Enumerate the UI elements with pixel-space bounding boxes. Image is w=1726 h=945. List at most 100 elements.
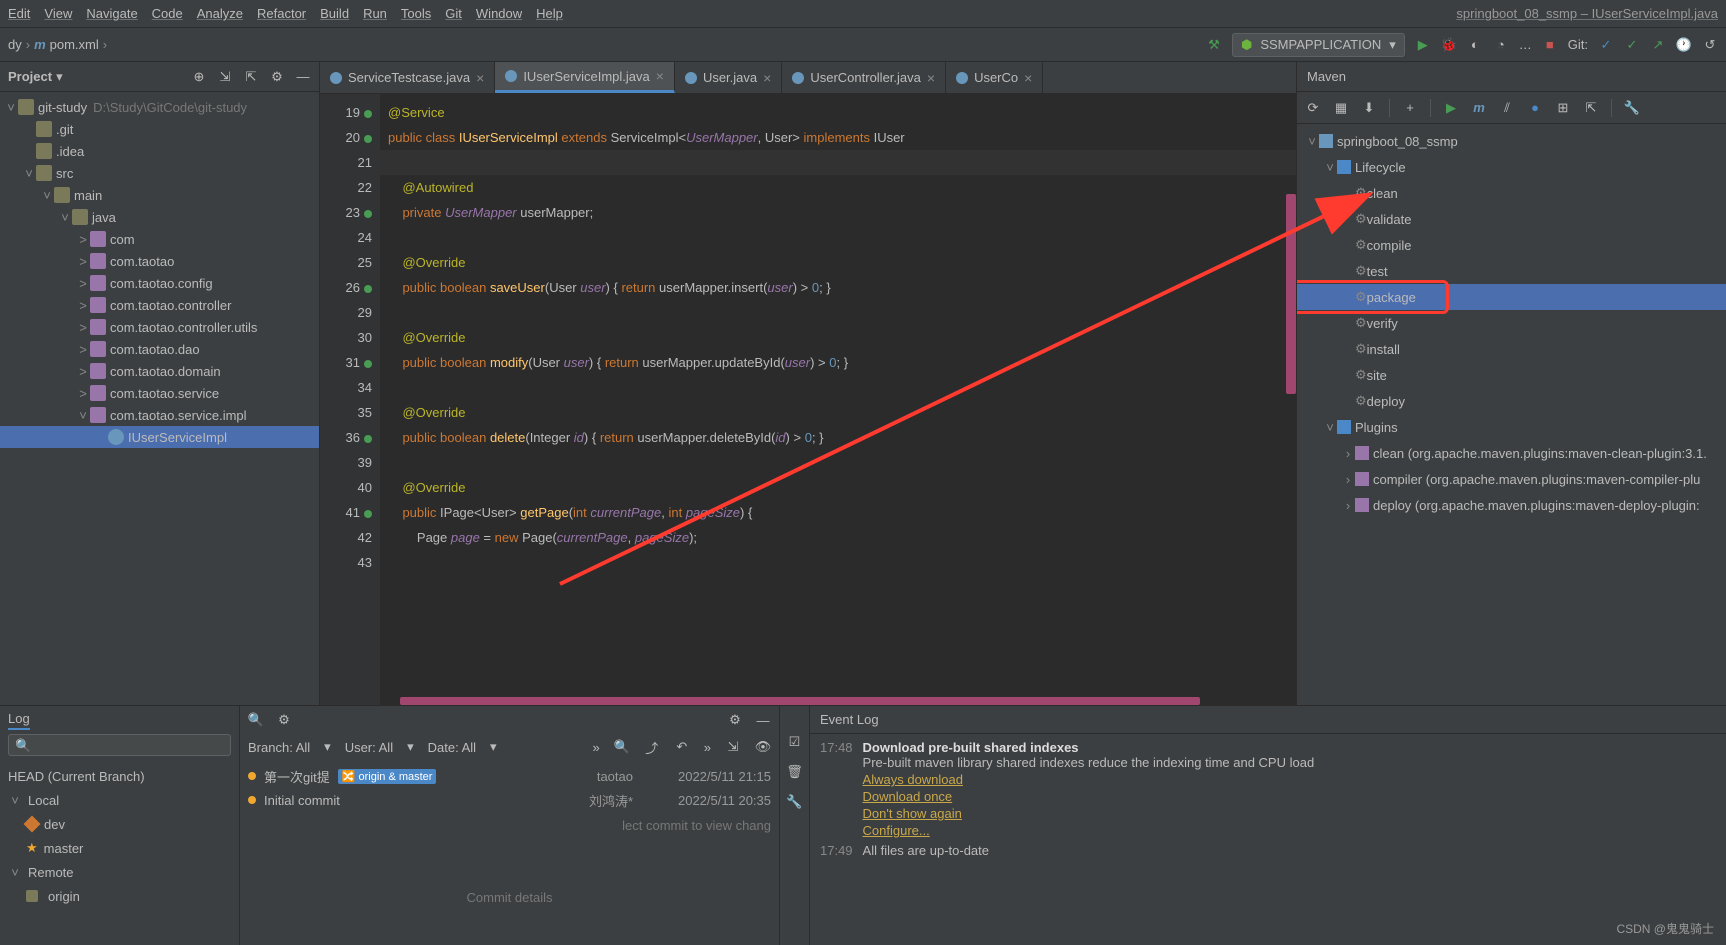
hide-icon[interactable]: — <box>295 69 311 85</box>
tree-node-src[interactable]: ˅src <box>0 162 319 184</box>
menu-analyze[interactable]: Analyze <box>197 6 243 21</box>
close-icon[interactable]: × <box>656 68 664 84</box>
collapse-icon[interactable]: ⇱ <box>1583 100 1599 116</box>
commit-row[interactable]: 第一次git提🔀 origin & mastertaotao2022/5/11 … <box>248 764 771 788</box>
tree-node-com-taotao-dao[interactable]: >com.taotao.dao <box>0 338 319 360</box>
maven-compile[interactable]: ⚙ compile <box>1297 232 1726 258</box>
maven-m-icon[interactable]: m <box>1471 100 1487 116</box>
tree-node-git-study[interactable]: ˅git-studyD:\Study\GitCode\git-study <box>0 96 319 118</box>
chevron-down-icon[interactable]: ▾ <box>56 69 63 85</box>
tab-UserController.java[interactable]: UserController.java× <box>782 62 946 93</box>
offline-icon[interactable]: ● <box>1527 100 1543 116</box>
breadcrumb[interactable]: dy › m pom.xml › <box>8 37 107 52</box>
maven-compiler[interactable]: ›compiler (org.apache.maven.plugins:mave… <box>1297 466 1726 492</box>
maven-test[interactable]: ⚙ test <box>1297 258 1726 284</box>
tree-node-java[interactable]: ˅java <box>0 206 319 228</box>
tree-node-com-taotao-service[interactable]: >com.taotao.service <box>0 382 319 404</box>
branch-tree[interactable]: HEAD (Current Branch)˅Localdev★master˅Re… <box>0 760 239 945</box>
maven-tree[interactable]: ˅springboot_08_ssmp˅Lifecycle⚙ clean⚙ va… <box>1297 124 1726 705</box>
run-maven-icon[interactable]: ▶ <box>1443 100 1459 116</box>
minimize-icon[interactable]: — <box>755 712 771 728</box>
tree-node-com-taotao[interactable]: >com.taotao <box>0 250 319 272</box>
close-icon[interactable]: × <box>1024 70 1032 86</box>
close-icon[interactable]: × <box>763 70 771 86</box>
vertical-scrollbar[interactable] <box>1286 194 1296 394</box>
download-icon[interactable]: ⬇ <box>1361 100 1377 116</box>
collapse-all-icon[interactable]: ⇱ <box>243 69 259 85</box>
commit-list[interactable]: 第一次git提🔀 origin & mastertaotao2022/5/11 … <box>240 760 779 850</box>
git-push-icon[interactable]: ↗ <box>1650 37 1666 53</box>
tree-node-com-taotao-domain[interactable]: >com.taotao.domain <box>0 360 319 382</box>
menu-window[interactable]: Window <box>476 6 522 21</box>
editor-gutter[interactable]: 19202122232425262930313435363940414243 <box>320 94 380 705</box>
gear-icon[interactable]: ⚙ <box>276 712 292 728</box>
maven-clean[interactable]: ⚙ clean <box>1297 180 1726 206</box>
toggle-skip-tests-icon[interactable]: ⫽ <box>1499 100 1515 116</box>
checkbox-icon[interactable]: ☑ <box>787 734 803 750</box>
date-filter[interactable]: Date: All <box>428 740 476 755</box>
profiler-icon[interactable]: ◔ <box>1493 37 1509 53</box>
coverage-icon[interactable]: ◐ <box>1467 37 1483 53</box>
tree-node--idea[interactable]: .idea <box>0 140 319 162</box>
git-update-icon[interactable]: ✓ <box>1598 37 1614 53</box>
maven-install[interactable]: ⚙ install <box>1297 336 1726 362</box>
maven-deploy[interactable]: ›deploy (org.apache.maven.plugins:maven-… <box>1297 492 1726 518</box>
tab-IUserServiceImpl.java[interactable]: IUserServiceImpl.java× <box>495 62 675 93</box>
maven-springboot_08_ssmp[interactable]: ˅springboot_08_ssmp <box>1297 128 1726 154</box>
menu-tools[interactable]: Tools <box>401 6 431 21</box>
menu-navigate[interactable]: Navigate <box>86 6 137 21</box>
run-icon[interactable]: ▶ <box>1415 37 1431 53</box>
stop-icon[interactable]: ■ <box>1542 37 1558 53</box>
tab-UserCo[interactable]: UserCo× <box>946 62 1043 93</box>
code-content[interactable]: @Servicepublic class IUserServiceImpl ex… <box>380 94 1296 705</box>
event-link[interactable]: Don't show again <box>863 806 1315 821</box>
tree-node-com-taotao-config[interactable]: >com.taotao.config <box>0 272 319 294</box>
horizontal-scrollbar[interactable] <box>400 697 1200 705</box>
tree-node-com-taotao-service-impl[interactable]: ˅com.taotao.service.impl <box>0 404 319 426</box>
menu-edit[interactable]: Edit <box>8 6 30 21</box>
branch-group-Remote[interactable]: ˅Remote <box>0 860 239 884</box>
branch-dev[interactable]: dev <box>0 812 239 836</box>
tab-ServiceTestcase.java[interactable]: ServiceTestcase.java× <box>320 62 495 93</box>
search-icon[interactable]: 🔍 <box>248 712 264 728</box>
revert-icon[interactable]: ↶ <box>674 739 690 755</box>
event-link[interactable]: Configure... <box>863 823 1315 838</box>
maven-validate[interactable]: ⚙ validate <box>1297 206 1726 232</box>
menu-help[interactable]: Help <box>536 6 563 21</box>
breadcrumb-item[interactable]: dy <box>8 37 22 52</box>
git-rollback-icon[interactable]: ↺ <box>1702 37 1718 53</box>
reload-icon[interactable]: ⟳ <box>1305 100 1321 116</box>
menu-run[interactable]: Run <box>363 6 387 21</box>
commit-row[interactable]: Initial commit刘鸿涛*2022/5/11 20:35 <box>248 788 771 812</box>
project-tree[interactable]: ˅git-studyD:\Study\GitCode\git-study.git… <box>0 92 319 705</box>
show-deps-icon[interactable]: ⊞ <box>1555 100 1571 116</box>
branch-master[interactable]: ★master <box>0 836 239 860</box>
menu-refactor[interactable]: Refactor <box>257 6 306 21</box>
locate-icon[interactable]: ⊕ <box>191 69 207 85</box>
git-history-icon[interactable]: 🕐 <box>1676 37 1692 53</box>
log-tab[interactable]: Log <box>8 711 30 730</box>
branch-group-Local[interactable]: ˅Local <box>0 788 239 812</box>
head-branch[interactable]: HEAD (Current Branch) <box>0 764 239 788</box>
menu-view[interactable]: View <box>44 6 72 21</box>
maven-clean[interactable]: ›clean (org.apache.maven.plugins:maven-c… <box>1297 440 1726 466</box>
search-commits-icon[interactable]: 🔍 <box>614 739 630 755</box>
settings-icon[interactable]: ⚙ <box>727 712 743 728</box>
branch-filter[interactable]: Branch: All <box>248 740 310 755</box>
tree-node-IUserServiceImpl[interactable]: IUserServiceImpl <box>0 426 319 448</box>
maven-Lifecycle[interactable]: ˅Lifecycle <box>1297 154 1726 180</box>
event-link[interactable]: Always download <box>863 772 1315 787</box>
menu-code[interactable]: Code <box>152 6 183 21</box>
tree-node-com-taotao-controller[interactable]: >com.taotao.controller <box>0 294 319 316</box>
tree-node--git[interactable]: .git <box>0 118 319 140</box>
menu-git[interactable]: Git <box>445 6 462 21</box>
maven-site[interactable]: ⚙ site <box>1297 362 1726 388</box>
project-view-label[interactable]: Project <box>8 69 52 84</box>
tree-node-main[interactable]: ˅main <box>0 184 319 206</box>
expand-all-icon[interactable]: ⇲ <box>217 69 233 85</box>
maven-package[interactable]: ⚙ package <box>1297 284 1726 310</box>
menu-build[interactable]: Build <box>320 6 349 21</box>
add-icon[interactable]: + <box>1402 100 1418 116</box>
hammer-build-icon[interactable]: ⚒ <box>1206 37 1222 53</box>
event-log-content[interactable]: 17:48Download pre-built shared indexesPr… <box>810 734 1726 945</box>
